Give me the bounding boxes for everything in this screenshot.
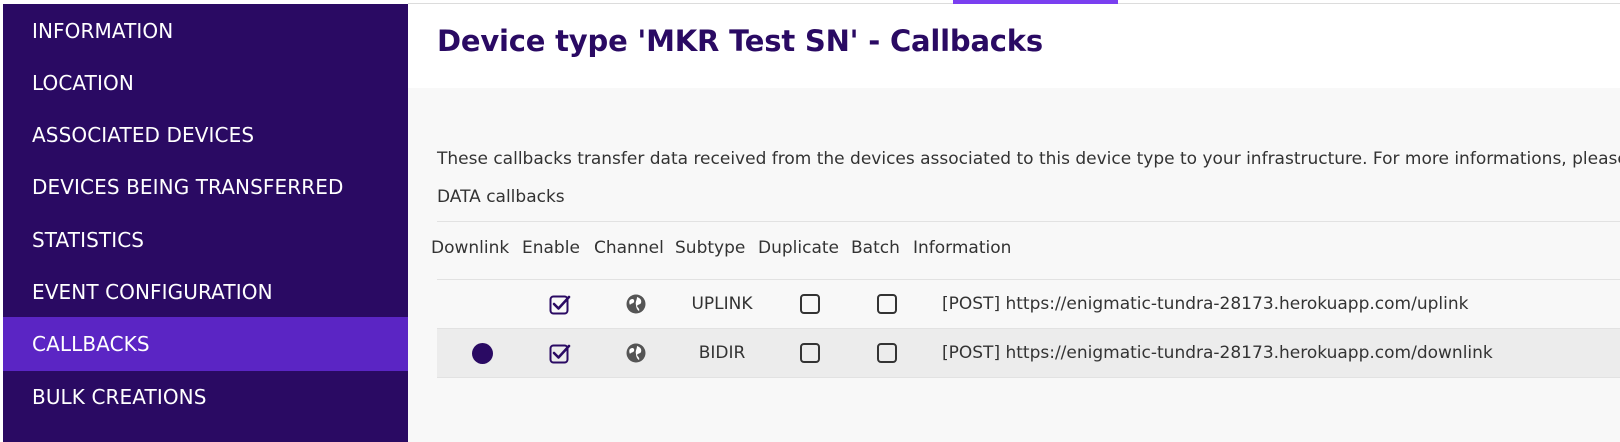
column-header-downlink: Downlink (431, 238, 510, 258)
channel-cell (600, 329, 672, 377)
sidebar-item-devices-being-transferred[interactable]: DEVICES BEING TRANSFERRED (3, 160, 408, 214)
sidebar: INFORMATION LOCATION ASSOCIATED DEVICES … (0, 0, 408, 442)
sidebar-item-statistics[interactable]: STATISTICS (3, 213, 408, 267)
subtype-cell: BIDIR (677, 329, 767, 377)
callback-information[interactable]: [POST] https://enigmatic-tundra-28173.he… (942, 329, 1493, 377)
enable-cell (525, 280, 595, 328)
subtype-label: BIDIR (698, 343, 746, 363)
globe-icon (626, 294, 646, 314)
duplicate-cell (767, 329, 852, 377)
main-content: These callbacks transfer data received f… (408, 88, 1620, 442)
sidebar-item-associated-devices[interactable]: ASSOCIATED DEVICES (3, 108, 408, 162)
downlink-active-indicator[interactable] (471, 342, 493, 364)
channel-cell (600, 280, 672, 328)
callbacks-description: These callbacks transfer data received f… (437, 149, 1620, 169)
column-header-channel: Channel (594, 238, 664, 258)
column-header-subtype: Subtype (675, 238, 746, 258)
sidebar-item-event-configuration[interactable]: EVENT CONFIGURATION (3, 265, 408, 319)
duplicate-checkbox[interactable] (799, 343, 820, 363)
sidebar-item-callbacks[interactable]: CALLBACKS (3, 317, 408, 371)
duplicate-checkbox[interactable] (799, 294, 820, 314)
subtype-label: UPLINK (691, 294, 753, 314)
downlink-cell (437, 280, 527, 328)
checked-checkbox-icon[interactable] (549, 293, 571, 315)
enable-cell (525, 329, 595, 377)
callback-information[interactable]: [POST] https://enigmatic-tundra-28173.he… (942, 280, 1468, 328)
page-header: Device type 'MKR Test SN' - Callbacks (408, 4, 1620, 88)
column-header-information: Information (913, 238, 1012, 258)
sidebar-menu: INFORMATION LOCATION ASSOCIATED DEVICES … (3, 4, 408, 442)
row-divider (437, 377, 1620, 378)
section-label: DATA callbacks (437, 187, 565, 207)
downlink-cell (437, 329, 527, 377)
column-header-batch: Batch (851, 238, 900, 258)
table-row[interactable]: BIDIR [POST] https://enigmatic-tundra-28… (437, 329, 1620, 377)
batch-checkbox[interactable] (877, 294, 897, 314)
table-row[interactable]: UPLINK [POST] https://enigmatic-tundra-2… (437, 280, 1620, 328)
sidebar-item-bulk-creations[interactable]: BULK CREATIONS (3, 370, 408, 424)
page-title: Device type 'MKR Test SN' - Callbacks (437, 24, 1043, 58)
globe-icon (626, 343, 646, 363)
duplicate-cell (767, 280, 852, 328)
subtype-cell: UPLINK (677, 280, 767, 328)
sidebar-item-information[interactable]: INFORMATION (3, 4, 408, 58)
batch-cell (852, 329, 922, 377)
checked-checkbox-icon[interactable] (549, 342, 571, 364)
batch-cell (852, 280, 922, 328)
table-top-divider (437, 221, 1620, 222)
column-header-duplicate: Duplicate (758, 238, 839, 258)
sidebar-item-location[interactable]: LOCATION (3, 56, 408, 110)
batch-checkbox[interactable] (877, 343, 897, 363)
column-header-enable: Enable (522, 238, 580, 258)
